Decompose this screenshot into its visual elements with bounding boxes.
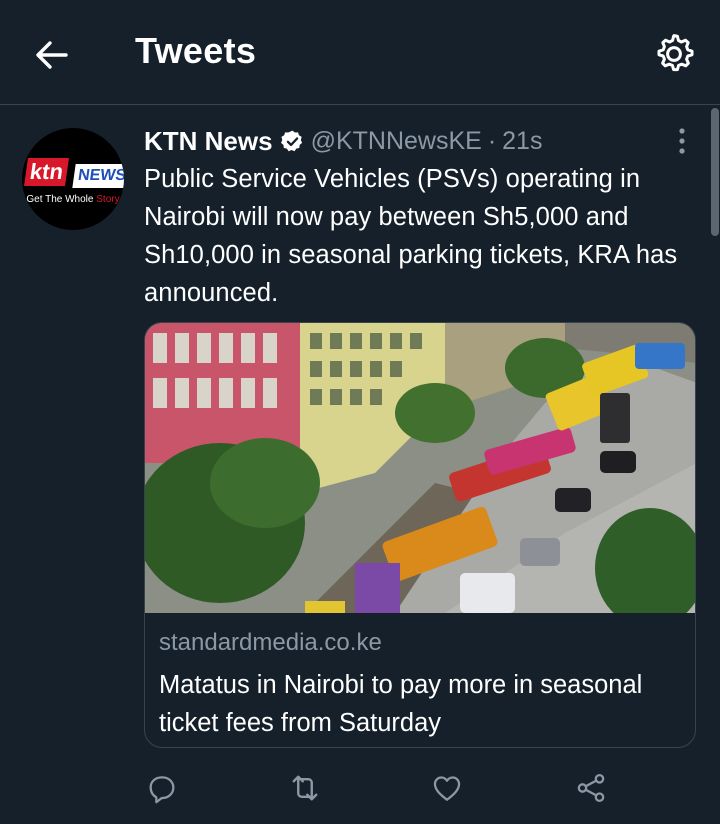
top-bar: Tweets (0, 0, 720, 105)
card-domain: standardmedia.co.ke (159, 629, 382, 656)
tweet-actions (0, 765, 720, 811)
share-icon (577, 773, 605, 803)
avatar-logo-word: ktn (24, 158, 69, 186)
author-name[interactable]: KTN News (144, 126, 273, 157)
reply-button[interactable] (139, 765, 185, 811)
avatar-logo-badge: NEWS (72, 164, 124, 188)
settings-button[interactable] (650, 30, 698, 78)
verified-badge-icon (280, 130, 302, 151)
tweet-timestamp[interactable]: 21s (502, 127, 542, 156)
tweet-header: KTN News @KTNNewsKE · 21s (144, 124, 542, 158)
more-vertical-icon (679, 128, 685, 154)
link-card[interactable]: standardmedia.co.ke Matatus in Nairobi t… (144, 322, 696, 748)
retweet-button[interactable] (282, 765, 328, 811)
gear-icon (657, 34, 694, 72)
reply-icon (149, 776, 175, 804)
page-title: Tweets (135, 30, 257, 71)
avatar[interactable]: ktn NEWS Get The Whole Story (22, 128, 124, 230)
tweet-text: Public Service Vehicles (PSVs) operating… (144, 165, 678, 307)
like-icon (433, 776, 461, 801)
author-handle[interactable]: @KTNNewsKE (311, 127, 482, 156)
arrow-left-icon (36, 41, 68, 69)
share-button[interactable] (568, 765, 614, 811)
retweet-icon (292, 775, 318, 801)
like-button[interactable] (424, 765, 470, 811)
separator-dot: · (487, 126, 497, 155)
scrollbar[interactable] (711, 108, 719, 236)
back-button[interactable] (30, 33, 74, 77)
avatar-tagline: Get The Whole Story (26, 194, 120, 205)
card-title: Matatus in Nairobi to pay more in season… (159, 671, 643, 737)
card-image (145, 323, 695, 613)
more-options-button[interactable] (668, 124, 696, 158)
